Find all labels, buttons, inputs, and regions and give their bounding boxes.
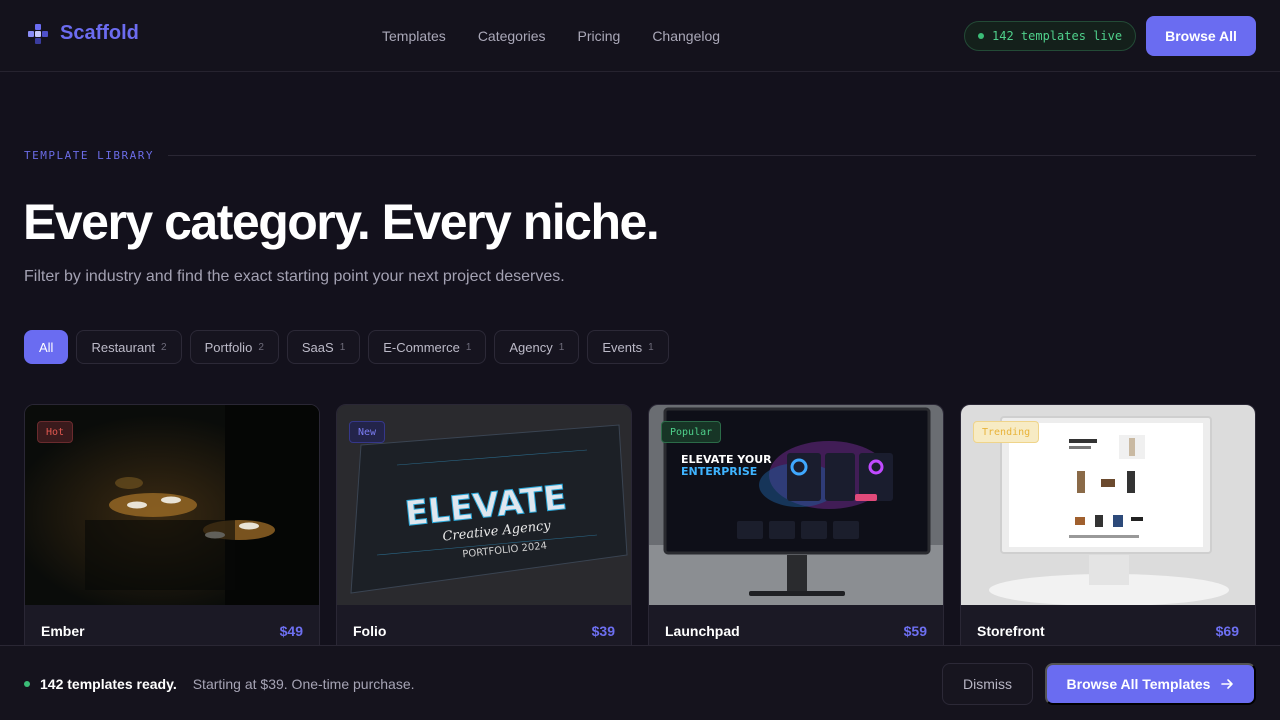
brand-link[interactable]: Scaffold: [28, 22, 139, 45]
card-price: $49: [279, 623, 303, 639]
cta-label: Browse All Templates: [1066, 676, 1211, 692]
status-dot-icon: [24, 681, 30, 687]
browse-all-button[interactable]: Browse All: [1146, 16, 1256, 56]
card-title: Storefront: [977, 623, 1045, 639]
card-price: $59: [903, 623, 927, 639]
popular-badge: Popular: [661, 421, 722, 443]
template-card-ember[interactable]: Hot Ember $49: [24, 404, 320, 664]
card-title: Launchpad: [665, 623, 740, 639]
live-status-text: 142 templates live: [992, 29, 1123, 43]
nav-changelog[interactable]: Changelog: [652, 28, 720, 44]
filter-label: All: [39, 339, 54, 355]
card-price: $39: [591, 623, 615, 639]
live-dot-icon: [978, 33, 984, 39]
page-subtitle: Filter by industry and find the exact st…: [24, 268, 565, 285]
browse-all-templates-button[interactable]: Browse All Templates: [1045, 663, 1256, 705]
filter-label: Restaurant: [91, 339, 156, 355]
main-nav: Templates Categories Pricing Changelog: [366, 0, 736, 72]
brand-name: Scaffold: [60, 22, 139, 44]
hot-badge: Hot: [37, 421, 74, 443]
filter-saas[interactable]: SaaS 1: [286, 330, 361, 364]
section-eyebrow: TEMPLATE LIBRARY: [24, 149, 1256, 162]
filter-label: Agency: [509, 339, 553, 355]
nav-categories[interactable]: Categories: [478, 28, 546, 44]
card-title: Folio: [353, 623, 387, 639]
eyebrow-divider: [167, 155, 1256, 156]
top-nav-bar: Scaffold Templates Categories Pricing Ch…: [0, 0, 1280, 72]
nav-templates[interactable]: Templates: [382, 28, 446, 44]
page-title: Every category. Every niche.: [23, 194, 660, 250]
template-card-storefront[interactable]: Trending Storefront $69: [960, 404, 1256, 664]
filter-count: 1: [339, 341, 346, 353]
filter-label: Events: [602, 339, 643, 355]
launchpad-thumb-line2: ENTERPRISE: [681, 465, 757, 478]
cta-message: 142 templates ready. Starting at $39. On…: [24, 676, 415, 692]
live-status-pill: 142 templates live: [964, 21, 1137, 51]
sticky-cta-bar: 142 templates ready. Starting at $39. On…: [0, 645, 1280, 720]
filter-all[interactable]: All: [24, 330, 69, 364]
arrow-right-icon: [1221, 679, 1234, 689]
nav-pricing[interactable]: Pricing: [578, 28, 621, 44]
filter-restaurant[interactable]: Restaurant 2: [76, 330, 182, 364]
template-card-folio[interactable]: ELEVATE Creative Agency PORTFOLIO 2024 N…: [336, 404, 632, 664]
dismiss-button[interactable]: Dismiss: [942, 663, 1033, 705]
new-badge: New: [349, 421, 386, 443]
cta-muted-text: Starting at $39. One-time purchase.: [192, 676, 415, 692]
filter-label: SaaS: [301, 339, 334, 355]
template-card-launchpad[interactable]: ELEVATE YOUR ENTERPRISE Popular Launchpa…: [648, 404, 944, 664]
filter-label: E-Commerce: [383, 339, 460, 355]
filter-count: 1: [648, 341, 654, 353]
filter-ecommerce[interactable]: E-Commerce 1: [368, 330, 487, 364]
filter-portfolio[interactable]: Portfolio 2: [189, 330, 279, 364]
trending-badge: Trending: [973, 421, 1040, 443]
cta-strong-text: 142 templates ready.: [40, 676, 177, 692]
eyebrow-text: TEMPLATE LIBRARY: [24, 149, 154, 162]
filter-count: 2: [161, 341, 167, 353]
filter-count: 2: [258, 341, 264, 353]
filter-label: Portfolio: [204, 339, 253, 355]
filter-agency[interactable]: Agency 1: [494, 330, 580, 364]
category-filters: All Restaurant 2 Portfolio 2 SaaS 1 E-Comme…: [24, 330, 669, 364]
filter-count: 1: [465, 341, 472, 353]
filter-count: 1: [558, 341, 565, 353]
card-title: Ember: [41, 623, 85, 639]
filter-events[interactable]: Events 1: [587, 330, 669, 364]
scaffold-logo-icon: [28, 23, 48, 44]
card-price: $69: [1215, 623, 1239, 639]
